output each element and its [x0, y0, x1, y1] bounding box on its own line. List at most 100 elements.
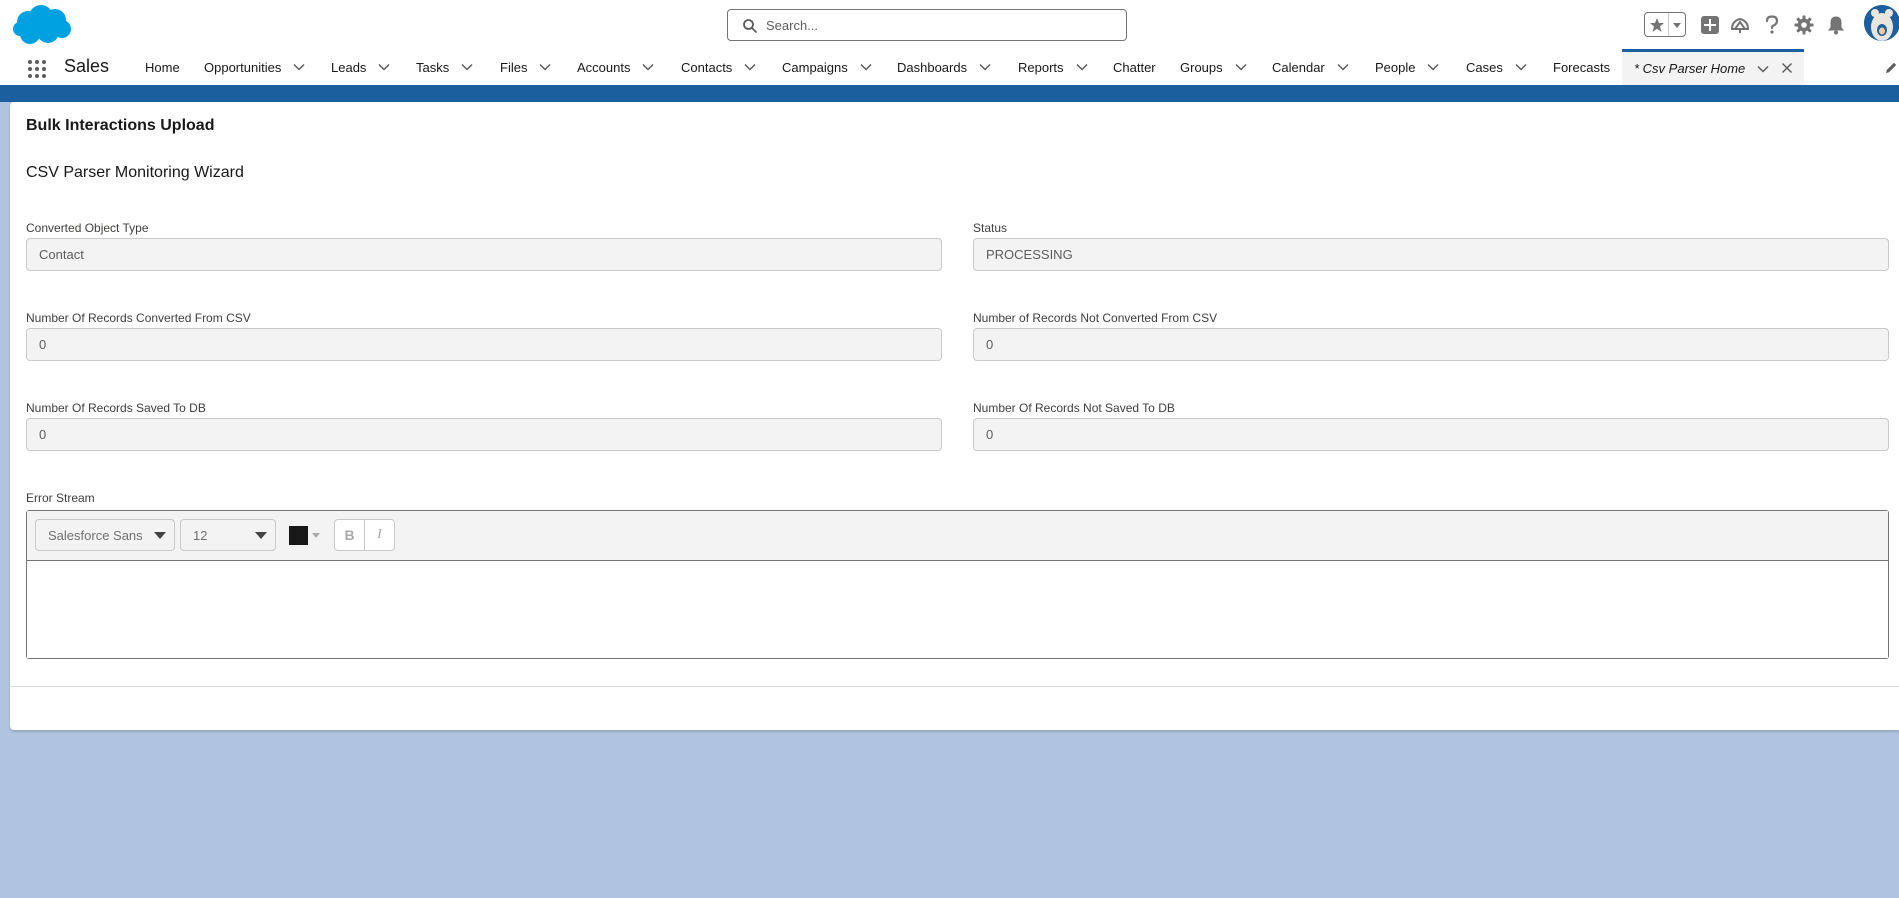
chevron-down-icon[interactable] — [1515, 61, 1527, 73]
chevron-down-icon[interactable] — [1337, 61, 1349, 73]
nav-item-label: Calendar — [1272, 59, 1325, 75]
app-name: Sales — [64, 56, 110, 76]
nav-item-label: Contacts — [681, 59, 733, 75]
caret-down-icon — [255, 532, 267, 539]
object-type-field[interactable] — [26, 238, 942, 271]
font-family-value: Salesforce Sans — [48, 527, 143, 543]
nav-item-label: Chatter — [1113, 59, 1156, 75]
active-tab-label: * Csv Parser Home — [1634, 61, 1746, 76]
nav-item-cases[interactable]: Cases — [1466, 49, 1527, 85]
cloud-logo-icon[interactable] — [12, 4, 72, 46]
records-saved-label: Number Of Records Saved To DB — [26, 401, 206, 415]
app-launcher-icon[interactable] — [27, 59, 47, 79]
nav-item-label: Home — [145, 59, 180, 75]
editor-toolbar: Salesforce Sans 12 B I — [27, 511, 1888, 561]
bulk-upload-card: Bulk Interactions Upload CSV Parser Moni… — [10, 102, 1899, 730]
chevron-down-icon[interactable] — [979, 61, 991, 73]
records-not-saved-label: Number Of Records Not Saved To DB — [973, 401, 1175, 415]
nav-item-dashboards[interactable]: Dashboards — [897, 49, 991, 85]
font-family-select[interactable]: Salesforce Sans — [35, 519, 175, 551]
nav-item-groups[interactable]: Groups — [1180, 49, 1247, 85]
nav-item-label: Forecasts — [1553, 59, 1611, 75]
global-actions-button[interactable] — [1699, 14, 1721, 36]
wizard-title: CSV Parser Monitoring Wizard — [26, 164, 244, 181]
nav-item-calendar[interactable]: Calendar — [1272, 49, 1349, 85]
global-search[interactable] — [727, 9, 1127, 41]
chevron-down-icon[interactable] — [744, 61, 756, 73]
search-icon — [743, 19, 757, 33]
help-icon — [1765, 15, 1779, 34]
card-title: Bulk Interactions Upload — [26, 117, 215, 134]
nav-item-opportunities[interactable]: Opportunities — [204, 49, 305, 85]
bell-icon — [1828, 16, 1844, 35]
records-not-converted-field[interactable] — [973, 328, 1889, 361]
notifications-button[interactable] — [1825, 14, 1847, 36]
records-not-converted-label: Number of Records Not Converted From CSV — [973, 311, 1218, 325]
favorites-button-group[interactable] — [1644, 12, 1686, 37]
caret-down-icon[interactable] — [312, 533, 320, 538]
close-icon[interactable] — [1781, 62, 1793, 74]
nav-item-tasks[interactable]: Tasks — [416, 49, 473, 85]
app-nav-bar: Sales Home Opportunities Leads Tasks Files Ac… — [0, 49, 1899, 88]
error-stream-label: Error Stream — [26, 491, 95, 505]
tab-csv-parser-home[interactable]: * Csv Parser Home — [1622, 49, 1804, 85]
search-input[interactable] — [766, 14, 1116, 36]
font-size-select[interactable]: 12 — [180, 519, 276, 551]
error-stream-editor: Salesforce Sans 12 B I — [26, 510, 1889, 659]
status-field[interactable] — [973, 238, 1889, 271]
chevron-down-icon[interactable] — [1076, 61, 1088, 73]
chevron-down-icon — [1673, 22, 1681, 28]
avatar[interactable] — [1864, 5, 1899, 41]
error-stream-body[interactable] — [27, 562, 1888, 658]
nav-item-people[interactable]: People — [1375, 49, 1440, 85]
nav-item-label: Accounts — [577, 59, 631, 75]
chevron-down-icon[interactable] — [1235, 61, 1247, 73]
records-converted-field[interactable] — [26, 328, 942, 361]
user-avatar-icon — [1864, 5, 1899, 41]
page-header-band — [0, 88, 1899, 102]
nav-item-label: Files — [500, 59, 528, 75]
edit-nav-pencil-icon[interactable] — [1884, 61, 1898, 75]
chevron-down-icon[interactable] — [378, 61, 390, 73]
nav-item-accounts[interactable]: Accounts — [577, 49, 655, 85]
favorites-button[interactable] — [1645, 13, 1669, 36]
trailhead-button[interactable] — [1729, 14, 1751, 36]
trailhead-icon — [1730, 17, 1750, 33]
text-color-button[interactable] — [289, 526, 308, 545]
nav-item-campaigns[interactable]: Campaigns — [782, 49, 872, 85]
italic-button[interactable]: I — [364, 519, 395, 551]
plus-icon — [1701, 16, 1719, 34]
setup-button[interactable] — [1793, 14, 1815, 36]
chevron-down-icon[interactable] — [860, 61, 872, 73]
chevron-down-icon[interactable] — [461, 61, 473, 73]
nav-item-label: Opportunities — [204, 59, 282, 75]
chevron-down-icon[interactable] — [1427, 61, 1440, 73]
chevron-down-icon[interactable] — [539, 61, 551, 73]
nav-item-label: People — [1375, 59, 1416, 75]
status-label: Status — [973, 221, 1008, 235]
nav-item-label: Tasks — [416, 59, 450, 75]
nav-item-leads[interactable]: Leads — [331, 49, 390, 85]
chevron-down-icon[interactable] — [1757, 63, 1769, 75]
nav-item-forecasts[interactable]: Forecasts — [1553, 49, 1610, 85]
nav-item-contacts[interactable]: Contacts — [681, 49, 756, 85]
help-button[interactable] — [1761, 14, 1783, 36]
nav-item-label: Campaigns — [782, 59, 848, 75]
star-icon — [1649, 17, 1664, 32]
chevron-down-icon[interactable] — [293, 61, 305, 73]
chevron-down-icon[interactable] — [642, 61, 655, 73]
bold-button[interactable]: B — [334, 519, 365, 551]
nav-item-reports[interactable]: Reports — [1018, 49, 1088, 85]
card-divider — [10, 686, 1899, 687]
nav-item-label: Dashboards — [897, 59, 968, 75]
records-converted-label: Number Of Records Converted From CSV — [26, 311, 251, 325]
favorites-list-button[interactable] — [1669, 13, 1685, 36]
records-not-saved-field[interactable] — [973, 418, 1889, 451]
caret-down-icon — [154, 532, 166, 539]
global-header — [0, 0, 1899, 49]
records-saved-field[interactable] — [26, 418, 942, 451]
nav-item-home[interactable]: Home — [145, 49, 180, 85]
object-type-label: Converted Object Type — [26, 221, 149, 235]
nav-item-files[interactable]: Files — [500, 49, 551, 85]
nav-item-chatter[interactable]: Chatter — [1113, 49, 1156, 85]
